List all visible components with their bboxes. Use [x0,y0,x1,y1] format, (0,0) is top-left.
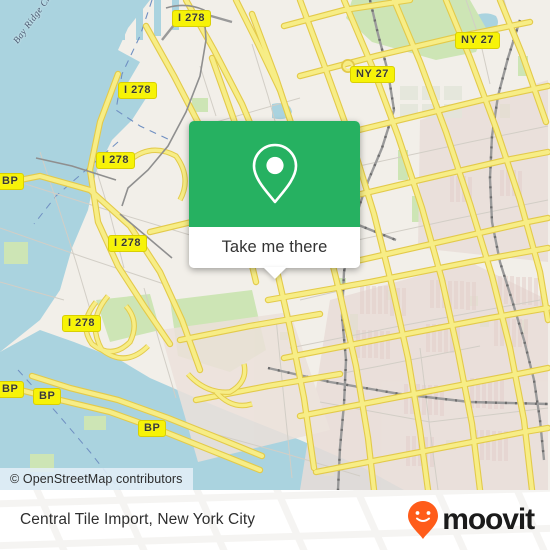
shield-bp-2[interactable]: BP [0,381,25,398]
shield-i278-5[interactable]: I 278 [62,315,101,332]
shield-i278-3[interactable]: I 278 [96,152,135,169]
moovit-smile-pin-icon [408,501,439,539]
shield-bp-3[interactable]: BP [33,388,62,405]
popup-action-area[interactable]: Take me there [189,227,360,279]
moovit-logo[interactable]: moovit [407,500,535,540]
footer-bar: Central Tile Import, New York City moovi… [0,490,550,550]
moovit-wordmark: moovit [442,503,535,536]
shield-i278-4[interactable]: I 278 [108,235,147,252]
osm-attribution-bar[interactable]: © OpenStreetMap contributors [0,468,193,490]
shield-bp-1[interactable]: BP [0,173,25,190]
map-pin-icon [252,143,297,204]
shield-ny27-2[interactable]: NY 27 [350,66,395,83]
popup-tail-pointer [262,267,287,279]
popup-icon-area [189,121,360,227]
shield-i278-2[interactable]: I 278 [118,82,157,99]
location-popup-card[interactable]: Take me there [189,121,360,279]
shield-ny27-1[interactable]: NY 27 [455,32,500,49]
shield-bp-4[interactable]: BP [138,420,167,437]
take-me-there-label: Take me there [221,238,328,256]
osm-attribution-text: © OpenStreetMap contributors [10,472,183,486]
place-title: Central Tile Import, New York City [20,511,256,528]
shield-i278-1[interactable]: I 278 [172,10,211,27]
map-canvas[interactable]: Bay Ridge Channel I 278 I 278 I 278 I 27… [0,0,550,490]
map-screen: Bay Ridge Channel I 278 I 278 I 278 I 27… [0,0,550,550]
